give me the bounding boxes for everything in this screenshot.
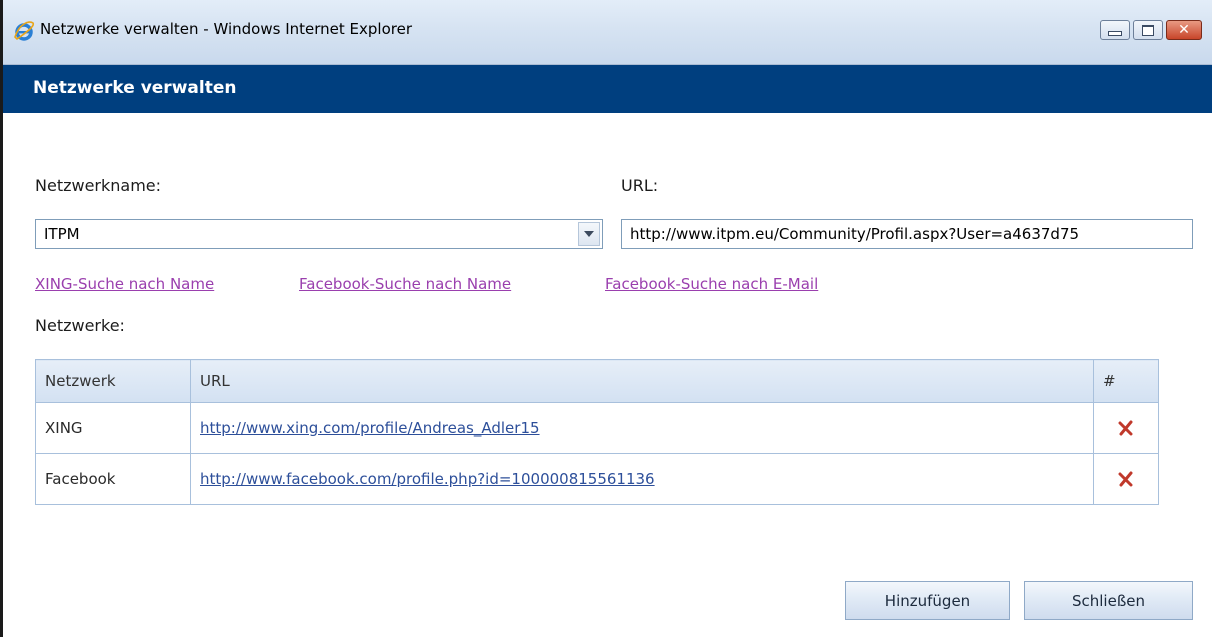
networks-table: Netzwerk URL # XING http://www.xing.com/… (35, 359, 1159, 505)
delete-icon[interactable] (1118, 420, 1134, 436)
network-cell: XING (35, 402, 191, 454)
table-row: Facebook http://www.facebook.com/profile… (35, 453, 1159, 505)
column-header-actions: # (1093, 359, 1159, 403)
column-header-url[interactable]: URL (190, 359, 1094, 403)
column-header-network[interactable]: Netzwerk (35, 359, 191, 403)
networks-label: Netzwerke: (35, 316, 125, 335)
table-header-row: Netzwerk URL # (35, 359, 1159, 403)
browser-window: Netzwerke verwalten - Windows Internet E… (0, 0, 1212, 637)
profile-url-link[interactable]: http://www.facebook.com/profile.php?id=1… (200, 470, 655, 488)
close-button[interactable]: Schließen (1024, 581, 1193, 620)
internet-explorer-icon (14, 21, 35, 41)
profile-url-link[interactable]: http://www.xing.com/profile/Andreas_Adle… (200, 419, 540, 437)
network-cell: Facebook (35, 453, 191, 505)
delete-cell (1093, 402, 1159, 454)
xing-search-link[interactable]: XING-Suche nach Name (35, 275, 214, 293)
facebook-search-email-link[interactable]: Facebook-Suche nach E-Mail (605, 275, 818, 293)
close-window-button[interactable]: ✕ (1166, 20, 1202, 40)
maximize-icon (1142, 24, 1154, 36)
minimize-button[interactable] (1100, 20, 1130, 40)
network-name-label: Netzwerkname: (35, 176, 162, 195)
url-input[interactable]: http://www.itpm.eu/Community/Profil.aspx… (621, 219, 1193, 249)
title-bar: Netzwerke verwalten - Windows Internet E… (3, 0, 1212, 65)
add-button[interactable]: Hinzufügen (845, 581, 1010, 620)
network-name-value: ITPM (44, 225, 80, 243)
minimize-icon (1108, 31, 1122, 36)
delete-icon[interactable] (1118, 471, 1134, 487)
facebook-search-name-link[interactable]: Facebook-Suche nach Name (299, 275, 511, 293)
window-title: Netzwerke verwalten - Windows Internet E… (40, 20, 412, 38)
table-row: XING http://www.xing.com/profile/Andreas… (35, 402, 1159, 454)
window-controls: ✕ (1100, 20, 1202, 42)
dropdown-arrow-button[interactable] (578, 222, 600, 246)
url-cell: http://www.facebook.com/profile.php?id=1… (190, 453, 1094, 505)
url-input-value: http://www.itpm.eu/Community/Profil.aspx… (630, 225, 1080, 243)
dialog-header: Netzwerke verwalten (3, 65, 1212, 113)
chevron-down-icon (584, 231, 594, 237)
close-icon: ✕ (1178, 22, 1190, 38)
network-name-select[interactable]: ITPM (35, 219, 603, 249)
dialog-title: Netzwerke verwalten (33, 78, 237, 98)
maximize-button[interactable] (1133, 20, 1163, 40)
delete-cell (1093, 453, 1159, 505)
url-cell: http://www.xing.com/profile/Andreas_Adle… (190, 402, 1094, 454)
url-label: URL: (621, 176, 659, 195)
